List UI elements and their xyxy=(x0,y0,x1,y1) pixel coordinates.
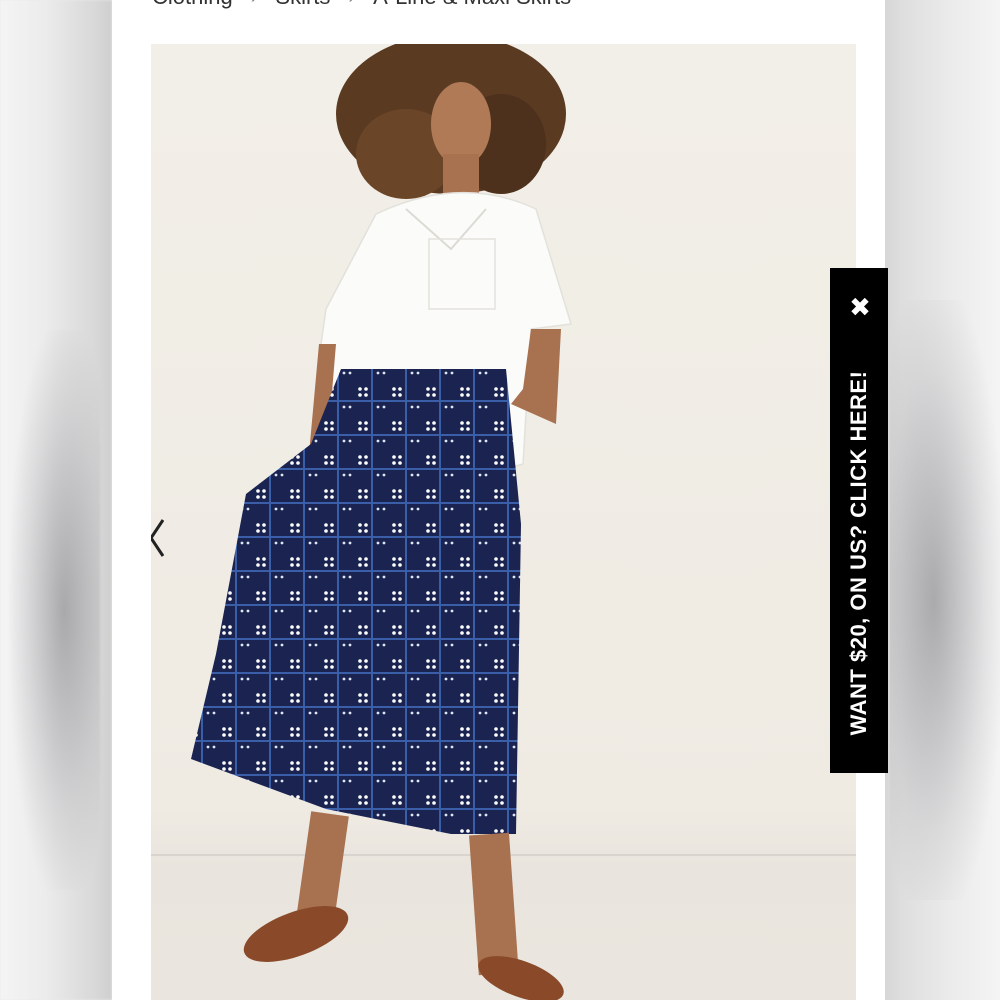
model-illustration xyxy=(191,44,572,1000)
chevron-right-icon: › xyxy=(251,0,258,9)
right-leg xyxy=(469,832,519,976)
chevron-right-icon: › xyxy=(348,0,355,9)
product-image[interactable] xyxy=(151,44,856,1000)
navy-skirt xyxy=(191,369,521,834)
blurred-left-gutter xyxy=(0,0,112,1000)
promo-tab[interactable]: ✖ WANT $20, ON US? CLICK HERE! xyxy=(830,268,888,773)
face xyxy=(431,82,491,166)
breadcrumb-item-clothing[interactable]: Clothing xyxy=(152,0,233,10)
blurred-right-gutter xyxy=(885,0,1000,1000)
breadcrumb-item-skirts[interactable]: Skirts xyxy=(275,0,330,10)
promo-text[interactable]: WANT $20, ON US? CLICK HERE! xyxy=(846,371,872,736)
close-icon[interactable]: ✖ xyxy=(849,294,871,320)
chevron-left-icon[interactable] xyxy=(151,514,177,562)
left-sandal xyxy=(243,906,349,962)
breadcrumb: Clothing › Skirts › A-Line & Maxi Skirts xyxy=(152,0,571,10)
breadcrumb-item-category[interactable]: A-Line & Maxi Skirts xyxy=(373,0,571,10)
product-page: Clothing › Skirts › A-Line & Maxi Skirts xyxy=(112,0,885,1000)
